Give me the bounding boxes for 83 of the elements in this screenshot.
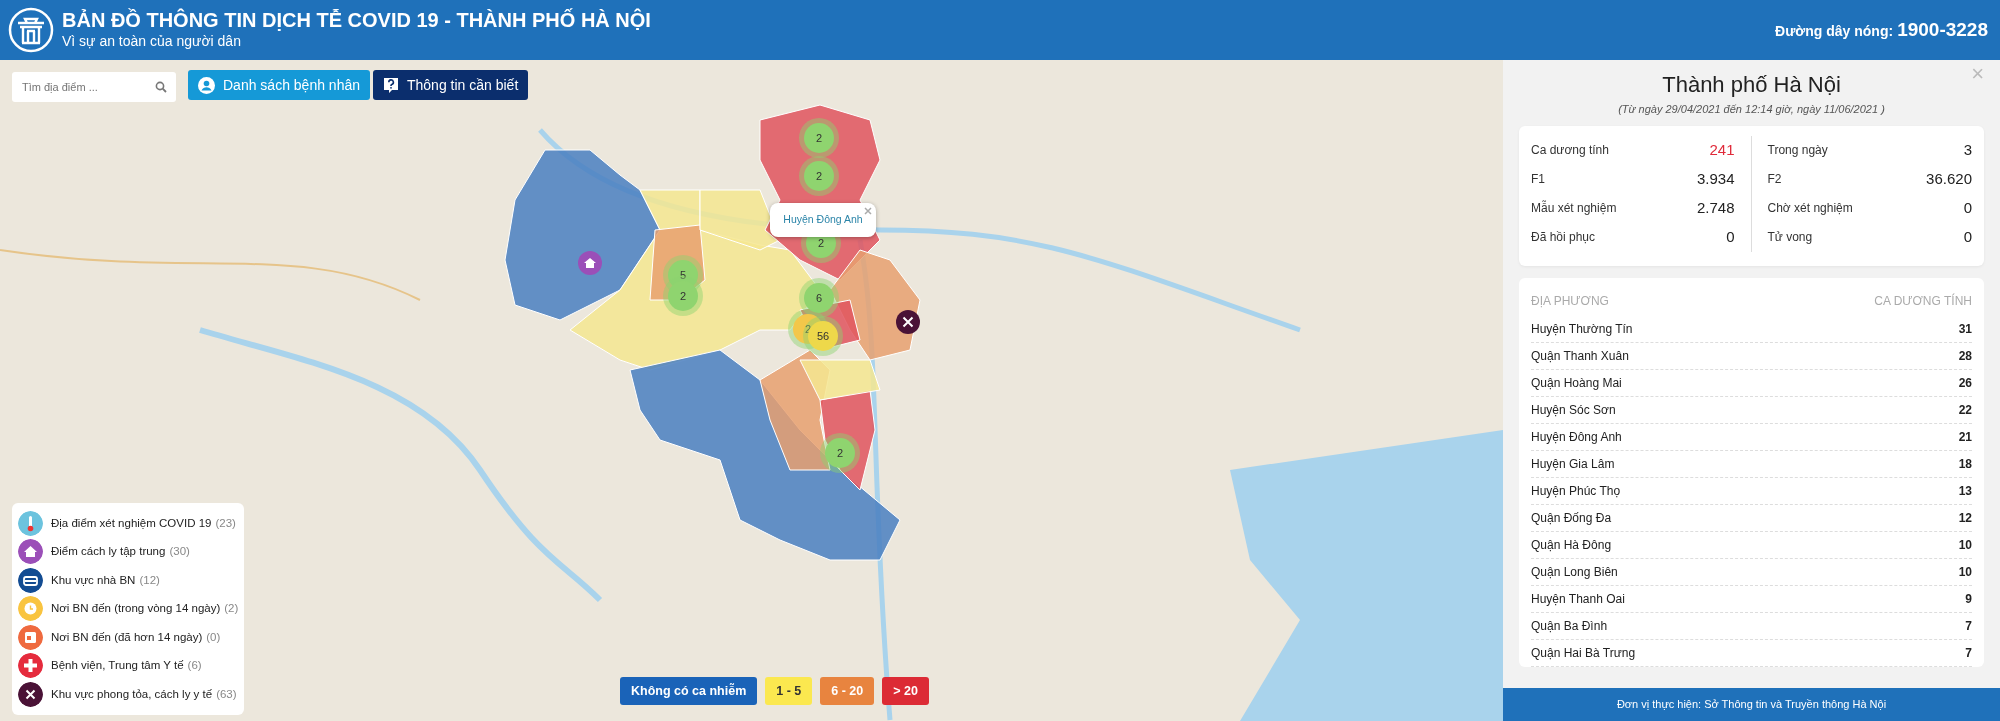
stat-label: F1 [1531, 171, 1545, 188]
user-icon [198, 76, 215, 94]
district-name: Huyện Thanh Oai [1531, 590, 1625, 608]
column-header: CA DƯƠNG TÍNH [1874, 292, 1972, 310]
stat-value: 2.748 [1696, 197, 1735, 218]
case-count: 21 [1958, 428, 1972, 446]
case-count: 7 [1965, 644, 1972, 662]
case-count: 12 [1958, 509, 1972, 527]
case-count: 10 [1958, 563, 1972, 581]
panel-title: Thành phố Hà Nội [1662, 71, 1841, 99]
house-icon [18, 539, 43, 565]
logo-icon [8, 7, 54, 53]
stat-value: 3 [1963, 139, 1972, 160]
legend-count: (12) [139, 572, 160, 588]
district-name: Quận Thanh Xuân [1531, 347, 1629, 365]
legend-count: (30) [169, 544, 190, 560]
district-name: Quận Ba Đình [1531, 617, 1608, 635]
panel-period: (Từ ngày 29/04/2021 đến 12:14 giờ, ngày 11/06/2021 ) [1617, 102, 1886, 117]
x-icon [18, 681, 43, 707]
hotline-label: Đường dây nóng: [1775, 21, 1894, 41]
case-count: 7 [1965, 617, 1972, 635]
search-field[interactable]: Tìm địa điểm ... [12, 72, 176, 102]
question-icon [383, 76, 399, 94]
cross-marker-icon[interactable] [896, 309, 920, 333]
case-count: 26 [1958, 374, 1972, 392]
case-count: 18 [1958, 455, 1972, 473]
app-subtitle: Vì sự an toàn của người dân [62, 31, 242, 51]
case-count: 28 [1958, 347, 1972, 365]
legend-label: Địa điểm xét nghiệm COVID 19 [51, 515, 212, 531]
district-name: Huyện Phúc Thọ [1531, 482, 1621, 500]
scale-chip: 1 - 5 [765, 677, 813, 705]
stat-value: 0 [1963, 226, 1972, 247]
case-count: 22 [1958, 401, 1972, 419]
info-button[interactable]: Thông tin cần biết [373, 70, 529, 100]
stat-label: Chờ xét nghiệm [1767, 200, 1853, 217]
district-name: Quận Hoàng Mai [1531, 374, 1622, 392]
popup-title: Huyện Đông Anh [783, 212, 863, 228]
case-count: 9 [1965, 590, 1972, 608]
district-name: Huyện Thường Tín [1531, 320, 1633, 338]
stat-value: 0 [1963, 197, 1972, 218]
legend-label: Khu vực nhà BN [51, 572, 136, 588]
column-header: ĐỊA PHƯƠNG [1531, 292, 1609, 310]
legend-label: Bệnh viện, Trung tâm Y tế [51, 658, 184, 674]
hotline-number: 1900-3228 [1897, 17, 1988, 42]
stat-label: Tử vong [1767, 229, 1813, 246]
stat-label: Ca dương tính [1531, 142, 1609, 159]
stat-value: 241 [1709, 139, 1735, 160]
legend-count: (23) [215, 515, 236, 531]
cross-icon [18, 653, 43, 679]
district-name: Huyện Gia Lâm [1531, 455, 1615, 473]
stat-value: 0 [1726, 226, 1735, 247]
legend-label: Nơi BN đến (trong vòng 14 ngày) [51, 601, 221, 617]
stat-value: 36.620 [1926, 168, 1972, 189]
legend-label: Khu vực phong tỏa, cách ly y tế [51, 686, 213, 702]
footer-credit: Đơn vị thực hiện: Sở Thông tin và Truyền thông Hà Nội [1616, 697, 1887, 713]
legend-count: (0) [206, 629, 221, 645]
scale-chip: 6 - 20 [820, 677, 875, 705]
legend-count: (63) [216, 686, 237, 702]
district-name: Quận Hà Đông [1531, 536, 1612, 554]
stat-label: F2 [1767, 171, 1782, 188]
house-marker-icon[interactable] [578, 250, 602, 274]
search-icon[interactable] [155, 81, 167, 93]
district-name: Huyện Đông Anh [1531, 428, 1622, 446]
district-name: Quận Long Biên [1531, 563, 1618, 581]
stat-label: Mẫu xét nghiệm [1531, 199, 1617, 217]
case-count: 31 [1958, 320, 1972, 338]
scale-chip: > 20 [882, 677, 929, 705]
district-name: Huyện Sóc Sơn [1531, 401, 1616, 419]
district-name: Quận Hai Bà Trưng [1531, 644, 1636, 662]
legend-count: (6) [187, 658, 202, 674]
case-count: 13 [1958, 482, 1972, 500]
app-title: BẢN ĐỒ THÔNG TIN DỊCH TỄ COVID 19 - THÀNH PHỐ HÀ NỘI [62, 8, 652, 31]
legend-label: Điểm cách ly tập trung [51, 544, 166, 560]
district-name: Quận Đống Đa [1531, 509, 1612, 527]
stat-value: 3.934 [1696, 168, 1735, 189]
clock-icon [18, 596, 43, 622]
legend-label: Nơi BN đến (đã hơn 14 ngày) [51, 629, 203, 645]
scale-chip: Không có ca nhiễm [620, 677, 758, 705]
stat-label: Trong ngày [1767, 142, 1828, 159]
legend-count: (2) [224, 601, 239, 617]
stat-label: Đã hồi phục [1531, 229, 1596, 246]
case-count: 10 [1958, 536, 1972, 554]
thermometer-icon [18, 510, 43, 536]
